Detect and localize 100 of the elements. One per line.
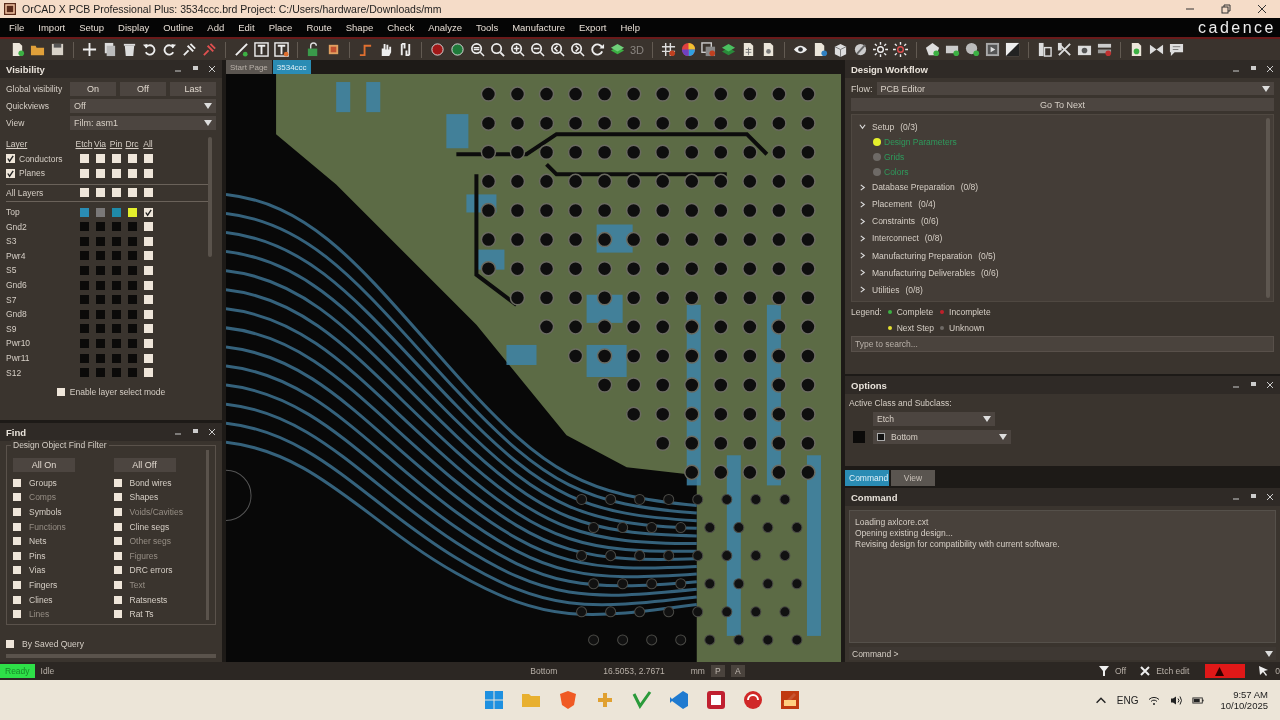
circle-icon[interactable] (965, 42, 981, 57)
status-button[interactable]: A (730, 665, 745, 677)
new-file-icon[interactable] (10, 42, 25, 57)
color-swatch[interactable] (127, 222, 137, 232)
menu-item[interactable]: File (2, 20, 32, 35)
expand-caret-icon[interactable] (859, 269, 866, 276)
alert-button[interactable] (1205, 664, 1246, 678)
checkbox[interactable] (143, 338, 153, 348)
restore-icon[interactable] (1221, 4, 1231, 14)
checkbox[interactable] (79, 169, 89, 178)
checkbox[interactable] (113, 522, 122, 531)
checkbox[interactable] (143, 368, 153, 378)
workflow-step[interactable]: Placement (872, 199, 913, 210)
sun-icon[interactable] (893, 42, 909, 57)
menu-item[interactable]: Manufacture (505, 20, 572, 35)
tools-icon[interactable] (1140, 666, 1151, 676)
expand-caret-icon[interactable] (859, 217, 866, 225)
frame-icon[interactable] (985, 42, 1001, 57)
filter-button[interactable]: All Off (113, 458, 176, 473)
column-header[interactable]: Etch (76, 139, 92, 150)
color-swatch[interactable] (127, 324, 137, 334)
color-swatch[interactable] (95, 251, 105, 261)
filter-button[interactable]: All On (13, 458, 75, 473)
column-header[interactable]: Drc (124, 139, 140, 150)
checkbox[interactable] (143, 169, 153, 178)
color-swatch[interactable] (79, 222, 89, 232)
box-icon[interactable] (833, 42, 849, 57)
layers-icon[interactable] (701, 42, 717, 57)
color-swatch[interactable] (111, 353, 121, 363)
zoom-out-icon[interactable] (530, 42, 545, 57)
checkbox[interactable] (13, 551, 21, 560)
color-swatch[interactable] (127, 236, 137, 246)
save-icon[interactable] (50, 42, 65, 57)
document-tab[interactable]: 3534ccc (272, 60, 311, 74)
workflow-step[interactable]: Manufacturing Deliverables (872, 267, 975, 278)
checkbox[interactable] (127, 169, 137, 178)
expand-caret-icon[interactable] (859, 200, 866, 208)
color-swatch[interactable] (111, 338, 121, 348)
menu-item[interactable]: Import (31, 20, 73, 35)
checkbox[interactable] (143, 295, 153, 305)
checkbox[interactable] (13, 537, 21, 546)
color-swatch[interactable] (111, 265, 121, 275)
checkmark-icon[interactable] (632, 690, 653, 710)
menu-item[interactable]: Analyze (421, 20, 469, 35)
checkbox[interactable] (127, 154, 137, 164)
checkbox[interactable] (143, 188, 153, 198)
undock-icon[interactable] (1249, 381, 1257, 389)
color-swatch[interactable] (111, 222, 121, 232)
text-box-icon[interactable] (274, 42, 289, 57)
shield-icon[interactable] (558, 690, 579, 710)
clock-time[interactable]: 9:57 AM (1233, 689, 1268, 700)
document-tab[interactable]: Start Page (226, 60, 272, 74)
layers-icon[interactable] (610, 42, 625, 57)
panel-tab[interactable]: Command (845, 470, 889, 486)
undock-icon[interactable] (1249, 493, 1257, 501)
subclass-dropdown[interactable]: Bottom (873, 430, 1011, 444)
checkbox[interactable] (113, 478, 122, 487)
checkbox[interactable] (111, 154, 121, 164)
checkbox[interactable] (13, 595, 21, 604)
checkbox[interactable] (113, 493, 122, 502)
color-swatch[interactable] (127, 368, 137, 378)
zoom-icon[interactable] (490, 42, 505, 57)
checkbox[interactable] (79, 188, 89, 198)
search-field[interactable]: Type to search... (851, 336, 1274, 352)
visibility-button[interactable]: On (70, 82, 116, 96)
color-swatch[interactable] (111, 207, 121, 217)
color-swatch[interactable] (79, 368, 89, 378)
expand-caret-icon[interactable] (859, 252, 866, 259)
checkbox[interactable] (113, 595, 122, 604)
color-swatch[interactable] (95, 324, 105, 334)
checkbox[interactable] (13, 566, 21, 575)
visibility-button[interactable]: Last (170, 82, 216, 96)
workflow-step[interactable]: Database Preparation (872, 182, 955, 193)
status-button[interactable]: P (710, 665, 725, 677)
checkbox[interactable] (6, 169, 15, 178)
sun-icon[interactable] (873, 42, 889, 57)
text-box-icon[interactable] (254, 42, 269, 57)
color-swatch[interactable] (111, 324, 121, 334)
flow-dropdown[interactable]: PCB Editor (876, 82, 1274, 95)
color-swatch[interactable] (127, 265, 137, 275)
checkbox[interactable] (56, 387, 65, 396)
checkbox[interactable] (143, 265, 153, 275)
menu-item[interactable]: Export (572, 20, 614, 35)
color-swatch[interactable] (95, 295, 105, 305)
color-swatch[interactable] (79, 265, 89, 275)
undock-icon[interactable] (1249, 65, 1257, 73)
checkbox[interactable] (6, 154, 15, 164)
checkbox[interactable] (79, 154, 89, 164)
checkbox[interactable] (6, 639, 14, 648)
menu-item[interactable]: Shape (338, 20, 381, 35)
scrollbar[interactable] (208, 137, 212, 257)
menu-item[interactable]: Tools (469, 20, 506, 35)
checkbox[interactable] (13, 478, 21, 487)
color-swatch[interactable] (79, 251, 89, 261)
scissors-icon[interactable] (1057, 42, 1073, 57)
zoom-icon[interactable] (550, 42, 565, 57)
menu-item[interactable]: Outline (156, 20, 201, 35)
windows-start-icon[interactable] (484, 690, 505, 710)
color-swatch[interactable] (111, 295, 121, 305)
color-swatch[interactable] (127, 295, 137, 305)
